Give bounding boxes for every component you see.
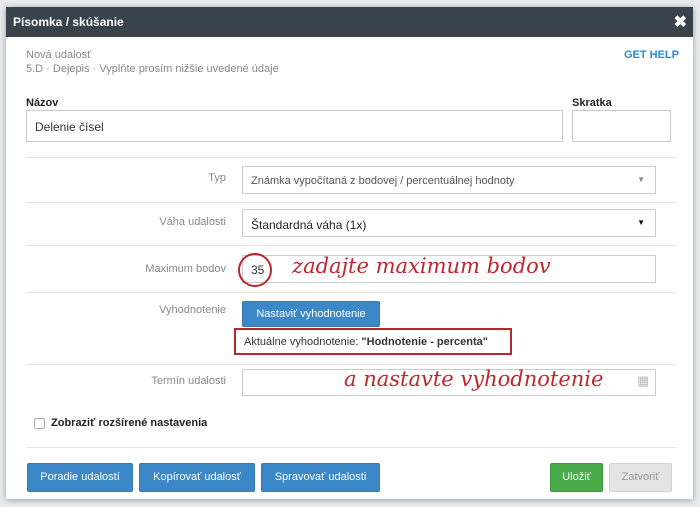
date-label: Termín udalosti [151,375,226,387]
dialog-breadcrumb: 5.D · Dejepis · Vyplňte prosím nižšie uv… [26,63,279,75]
calendar-icon[interactable]: ▦ [637,373,649,389]
divider [26,202,677,203]
divider [26,292,677,293]
type-select[interactable]: Známka vypočítaná z bodovej / percentuál… [242,166,656,194]
divider [26,364,677,365]
divider [26,157,677,158]
dialog-subtitle: Nová udalosť [26,49,92,61]
manage-events-button[interactable]: Spravovať udalosti [261,463,380,492]
advanced-settings-label: Zobraziť rozšírené nastavenia [51,417,208,429]
dialog-title: Písomka / skúšanie [13,15,124,29]
copy-event-button[interactable]: Kopírovať udalosť [139,463,255,492]
short-input[interactable] [572,110,671,142]
close-icon[interactable]: ✖ [674,12,687,32]
annotation-evaluation: a nastavte vyhodnotenie [344,367,604,391]
short-label: Skratka [572,97,612,109]
chevron-down-icon: ▼ [637,175,645,184]
divider [26,447,677,448]
type-select-value: Známka vypočítaná z bodovej / percentuál… [251,175,515,187]
highlight-circle [238,253,272,287]
type-label: Typ [208,172,226,184]
weight-select-value: Štandardná váha (1x) [251,218,367,232]
annotation-max-points: zadajte maximum bodov [292,254,551,278]
max-points-label: Maximum bodov [145,263,226,275]
evaluation-label: Vyhodnotenie [159,304,226,316]
get-help-link[interactable]: GET HELP [624,49,679,61]
current-evaluation: Aktuálne vyhodnotenie: "Hodnotenie - per… [234,328,512,355]
save-button[interactable]: Uložiť [550,463,603,492]
current-evaluation-prefix: Aktuálne vyhodnotenie: [244,336,362,348]
event-dialog: Písomka / skúšanie ✖ Nová udalosť 5.D · … [6,7,693,499]
divider [26,245,677,246]
current-evaluation-value: "Hodnotenie - percenta" [361,336,488,348]
set-evaluation-button[interactable]: Nastaviť vyhodnotenie [242,301,380,327]
chevron-down-icon: ▼ [637,218,645,227]
name-input[interactable]: Delenie čísel [26,110,563,142]
close-button[interactable]: Zatvoriť [609,463,672,492]
weight-label: Váha udalosti [159,216,226,228]
event-order-button[interactable]: Poradie udalostí [27,463,133,492]
advanced-settings-checkbox[interactable] [34,418,45,429]
weight-select[interactable]: Štandardná váha (1x) ▼ [242,209,656,237]
dialog-titlebar: Písomka / skúšanie ✖ [6,7,693,37]
name-label: Názov [26,97,59,109]
